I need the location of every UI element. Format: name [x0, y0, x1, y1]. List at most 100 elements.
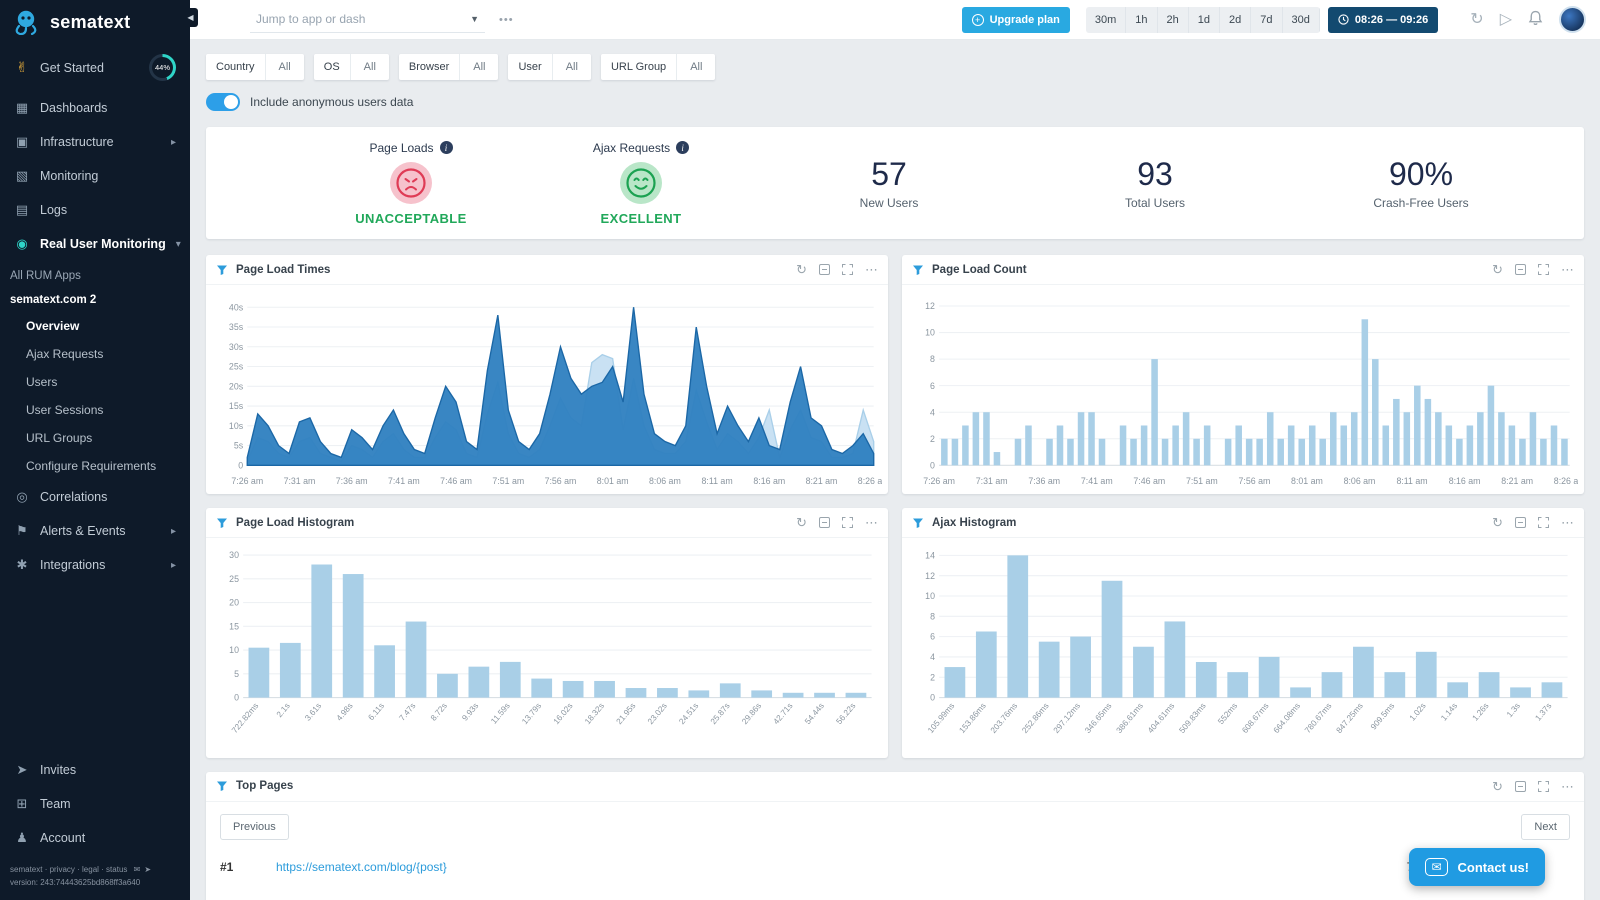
time-range-2d[interactable]: 2d	[1220, 6, 1252, 33]
expand-icon[interactable]	[1538, 780, 1549, 792]
invites-icon: ➤	[16, 761, 28, 777]
user-avatar[interactable]	[1559, 6, 1586, 33]
sidebar-nav-bottom: ➤ Invites ⊞ Team ♟ Account	[0, 753, 190, 855]
more-icon[interactable]: ⋯	[1561, 780, 1574, 793]
filter-icon[interactable]	[912, 517, 924, 529]
upgrade-plan-button[interactable]: + Upgrade plan	[961, 6, 1070, 33]
next-button[interactable]: Next	[1521, 813, 1570, 840]
panel-title: Page Load Times	[236, 263, 331, 276]
filter-url-group[interactable]: URL Group All	[600, 54, 716, 80]
page-load-count-chart[interactable]: 12 10 8 6 4 2 0 7:26 am 7:31 am 7:36 am 7:41 am 7:4…	[908, 289, 1578, 492]
sidebar-subitem-user-sessions[interactable]: User Sessions	[0, 396, 190, 424]
expand-icon[interactable]	[1538, 517, 1549, 529]
svg-text:8:01 am: 8:01 am	[1291, 476, 1323, 486]
collapse-icon[interactable]	[1515, 264, 1526, 275]
sidebar-subitem-url-groups[interactable]: URL Groups	[0, 424, 190, 452]
sidebar-subitem-users[interactable]: Users	[0, 368, 190, 396]
bell-icon[interactable]	[1528, 10, 1543, 30]
refresh-icon[interactable]: ↻	[1492, 516, 1503, 529]
previous-button[interactable]: Previous	[220, 813, 289, 840]
jump-to-app-select[interactable]: Jump to app or dash ▼	[250, 6, 485, 33]
time-range-7d[interactable]: 7d	[1251, 6, 1283, 33]
sidebar-item-integrations[interactable]: ✱ Integrations ▸	[0, 548, 190, 582]
logo[interactable]: sematext	[0, 0, 190, 44]
footer-link-privacy[interactable]: privacy	[50, 865, 75, 874]
sidebar-item-monitoring[interactable]: ▧ Monitoring	[0, 159, 190, 193]
collapse-icon[interactable]	[1515, 517, 1526, 529]
filter-icon[interactable]	[216, 264, 228, 276]
sidebar-item-team[interactable]: ⊞ Team	[0, 787, 190, 821]
top-pages-rows: #1https://sematext.com/blog/{post}78	[220, 860, 1570, 874]
filter-icon[interactable]	[912, 264, 924, 276]
play-icon[interactable]: ▷	[1500, 11, 1512, 28]
filter-browser[interactable]: Browser All	[398, 54, 499, 80]
sidebar-item-alerts-events[interactable]: ⚑ Alerts & Events ▸	[0, 514, 190, 548]
sidebar-item-correlations[interactable]: ◎ Correlations	[0, 480, 190, 514]
sidebar-item-account[interactable]: ♟ Account	[0, 821, 190, 855]
infrastructure-icon: ▣	[15, 134, 29, 149]
time-range-1h[interactable]: 1h	[1126, 6, 1158, 33]
email-icon[interactable]: ✉	[134, 865, 141, 874]
page-load-times-chart[interactable]: 40s 35s 30s 25s 20s 15s 10s 5s 0 7:26 am 7:31 am 7:…	[212, 289, 882, 492]
sidebar-item-label: Invites	[40, 762, 77, 777]
footer-link-status[interactable]: status	[106, 865, 127, 874]
sidebar-item-invites[interactable]: ➤ Invites	[0, 753, 190, 787]
collapse-icon[interactable]	[819, 264, 830, 275]
sidebar-item-real-user-monitoring[interactable]: ◉ Real User Monitoring ▾	[0, 227, 190, 261]
filter-country[interactable]: Country All	[206, 54, 304, 80]
svg-text:8:11 am: 8:11 am	[702, 476, 733, 486]
sidebar-item-all-rum-apps[interactable]: All RUM Apps	[0, 261, 190, 288]
svg-text:20s: 20s	[229, 381, 244, 391]
more-icon[interactable]: ⋯	[1561, 263, 1574, 276]
expand-icon[interactable]	[842, 517, 853, 529]
sidebar-item-get-started[interactable]: ✌ Get Started 44%	[0, 44, 190, 91]
refresh-icon[interactable]: ↻	[1470, 11, 1483, 28]
refresh-icon[interactable]: ↻	[796, 516, 807, 529]
svg-text:4.98s: 4.98s	[334, 701, 355, 723]
twitter-icon[interactable]: ➤	[144, 865, 151, 874]
sidebar-item-logs[interactable]: ▤ Logs	[0, 193, 190, 227]
sidebar-subitem-ajax-requests[interactable]: Ajax Requests	[0, 340, 190, 368]
collapse-icon[interactable]	[1515, 780, 1526, 792]
page-url-link[interactable]: https://sematext.com/blog/{post}	[276, 860, 447, 874]
sidebar-collapse-button[interactable]: ◀	[183, 8, 198, 27]
time-range-30d[interactable]: 30d	[1283, 6, 1320, 33]
expand-icon[interactable]	[842, 264, 853, 275]
refresh-icon[interactable]: ↻	[1492, 263, 1503, 276]
filter-value: All	[551, 54, 591, 80]
info-icon[interactable]	[676, 141, 690, 154]
sidebar-item-app-name[interactable]: sematext.com 2	[0, 288, 190, 312]
more-options-button[interactable]: •••	[499, 14, 514, 26]
more-icon[interactable]: ⋯	[865, 263, 878, 276]
svg-text:23.02s: 23.02s	[645, 701, 669, 726]
filter-os[interactable]: OS All	[313, 54, 389, 80]
contact-us-button[interactable]: ✉ Contact us!	[1409, 848, 1545, 886]
sidebar-item-dashboards[interactable]: ▦ Dashboards	[0, 91, 190, 125]
footer-link-legal[interactable]: legal	[82, 865, 99, 874]
collapse-icon[interactable]	[819, 517, 830, 529]
refresh-icon[interactable]: ↻	[796, 263, 807, 276]
sidebar-nav-secondary: ◎ Correlations ⚑ Alerts & Events ▸ ✱ Integrati…	[0, 480, 190, 582]
time-range-display[interactable]: 08:26 — 09:26	[1327, 6, 1439, 33]
topbar-right: + Upgrade plan 30m 1h 2h 1d 2d 7d 30d 08:26 — …	[961, 6, 1586, 33]
more-icon[interactable]: ⋯	[865, 516, 878, 529]
filter-icon[interactable]	[216, 517, 228, 529]
time-range-2h[interactable]: 2h	[1158, 6, 1189, 33]
refresh-icon[interactable]: ↻	[1492, 780, 1503, 793]
sidebar-item-infrastructure[interactable]: ▣ Infrastructure ▸	[0, 125, 190, 159]
more-icon[interactable]: ⋯	[1561, 516, 1574, 529]
page-load-histogram-chart[interactable]: 30 25 20 15 10 5 0 722.82ms 2.1s 3.61s 4.98s 6.11s 7…	[212, 542, 882, 756]
sidebar-subitem-configure-requirements[interactable]: Configure Requirements	[0, 452, 190, 480]
info-icon[interactable]	[439, 141, 453, 154]
expand-icon[interactable]	[1538, 264, 1549, 275]
ajax-histogram-chart[interactable]: 14 12 10 8 6 4 2 0 105.99ms 153.86ms 203.76ms 252.8…	[908, 542, 1578, 756]
time-range-30m[interactable]: 30m	[1086, 6, 1127, 33]
svg-text:24.51s: 24.51s	[677, 701, 701, 726]
time-range-1d[interactable]: 1d	[1189, 6, 1221, 33]
sidebar-subitem-overview[interactable]: Overview	[0, 312, 190, 340]
anonymous-users-toggle[interactable]	[206, 93, 240, 111]
filter-icon[interactable]	[216, 780, 228, 792]
footer-link-sematext[interactable]: sematext	[10, 865, 42, 874]
svg-text:12: 12	[925, 571, 935, 581]
filter-user[interactable]: User All	[508, 54, 591, 80]
